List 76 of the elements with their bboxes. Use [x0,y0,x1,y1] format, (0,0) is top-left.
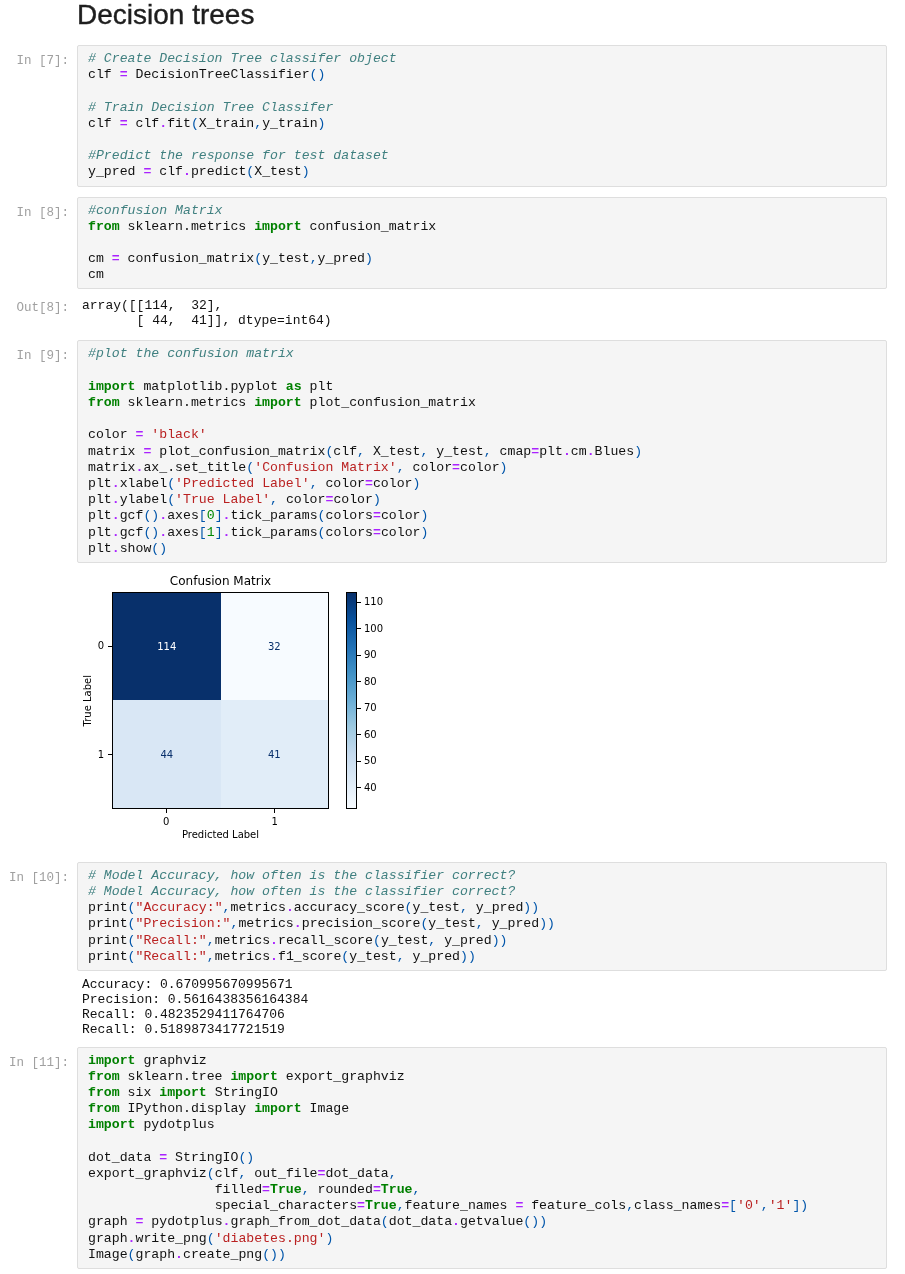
output-text: Recall: 0.5189873417721519 [82,1021,285,1037]
output-text: Precision: 0.5616438356164384 [82,991,309,1007]
code-line: from six import StringIO [88,1084,278,1100]
y-axis-label: True Label [82,674,94,727]
colorbar-tick-label: 110 [357,596,384,609]
code-line: from sklearn.metrics import plot_confusion_matrix [88,395,476,410]
code-line: import matplotlib.pyplot as plt [88,378,334,394]
output-prompt: Out[8]: [16,301,69,316]
code-line: from sklearn.tree import export_graphviz [88,1068,405,1084]
code-line: color = 'black' [88,427,207,443]
heatmap-cell: 41 [220,700,328,808]
x-tick-label: 1 [271,808,278,828]
input-prompt: In [8]: [16,205,69,220]
code-line: from IPython.display import Image [88,1101,350,1117]
code-line: y_pred = clf.predict(X_test) [88,164,310,180]
code-line: # Create Decision Tree classifer object [88,51,397,66]
code-line: clf = DecisionTreeClassifier() [88,67,326,83]
y-tick-label: 1 [97,748,112,761]
colorbar-tick-label: 40 [357,781,377,794]
heatmap-cell: 32 [220,592,328,701]
code-line: import graphviz [88,1052,207,1068]
code-input[interactable] [77,340,887,563]
colorbar-tick-label: 60 [357,728,377,741]
code-line: # Model Accuracy, how often is the classifier correct? [88,884,516,900]
code-line: import pydotplus [88,1117,215,1133]
output-text: [ 44, 41]], dtype=int64) [136,313,332,329]
output-text: Recall: 0.4823529411764706 [82,1006,285,1022]
colorbar-tick-label: 50 [357,755,377,768]
code-line: graph.write_png('diabetes.png') [88,1230,334,1246]
x-tick-label: 0 [163,808,170,828]
code-line: #Predict the response for test dataset [88,148,389,164]
colorbar-tick-label: 70 [357,702,377,715]
code-line: matrix = plot_confusion_matrix(clf, X_test, y_test, cmap=plt.cm.Blues) [88,443,643,459]
code-input[interactable]: #confusion Matrix from sklearn.metrics import confusion_matrix cm = confusion_matrix(y_test,y_pred) cm [77,196,887,290]
y-tick-label: 0 [97,640,112,653]
code-input[interactable] [77,1046,887,1269]
code-line: print("Precision:",metrics.precision_score(y_test, y_pred)) [88,916,555,932]
input-prompt: In [11]: [9,1055,69,1070]
code-line: matrix.ax_.set_title('Confusion Matrix', color=color) [88,459,508,475]
code-line: print("Recall:",metrics.f1_score(y_test, y_pred)) [88,948,476,964]
code-line: dot_data = StringIO() [88,1149,255,1165]
code-input[interactable] [77,45,887,187]
section-heading: Decision trees [77,0,255,30]
code-line: special_characters=True,feature_names = feature_cols,class_names=['0','1']) [214,1198,809,1214]
code-line: from sklearn.metrics import confusion_matrix [88,218,437,234]
code-line: # Model Accuracy, how often is the classifier correct? [88,867,516,883]
code-line: cm = confusion_matrix(y_test,y_pred) [88,251,373,267]
output-text: Accuracy: 0.670995670995671 [82,976,293,992]
code-line: clf = clf.fit(X_train,y_train) [88,115,326,131]
code-line: plt.show() [88,540,168,556]
colorbar-tick-label: 100 [357,622,384,635]
code-line: print("Recall:",metrics.recall_score(y_test, y_pred)) [88,932,508,948]
x-axis-label: Predicted Label [181,827,260,842]
code-line: #plot the confusion matrix [88,346,294,362]
input-prompt: In [10]: [9,870,69,885]
heatmap-cell: 44 [113,700,221,808]
code-line: plt.ylabel('True Label', color=color) [88,492,381,508]
code-line: Image(graph.create_png()) [88,1246,286,1262]
code-line: graph = pydotplus.graph_from_dot_data(dot_data.getvalue()) [88,1214,548,1230]
output-text: array([[114, 32], [82,298,223,314]
code-line: plt.xlabel('Predicted Label', color=color) [88,475,421,491]
input-prompt: In [7]: [16,54,69,68]
code-line: #confusion Matrix [88,202,223,218]
code-line: # Train Decision Tree Classifer [88,99,334,115]
code-line: filled=True, rounded=True, [214,1182,421,1197]
heatmap-cell: 114 [113,592,221,701]
code-line: cm [88,267,104,283]
code-line: plt.gcf().axes[0].tick_params(colors=color) [88,508,429,524]
code-line: print("Accuracy:",metrics.accuracy_score(y_test, y_pred)) [88,900,540,916]
chart-title: Confusion Matrix [169,572,272,590]
code-line: export_graphviz(clf, out_file=dot_data, [88,1165,397,1181]
colorbar-tick-label: 80 [357,675,377,688]
input-prompt: In [9]: [16,349,69,364]
code-line: plt.gcf().axes[1].tick_params(colors=color) [88,524,429,540]
code-input[interactable] [77,861,887,971]
colorbar-tick-label: 90 [357,649,377,662]
